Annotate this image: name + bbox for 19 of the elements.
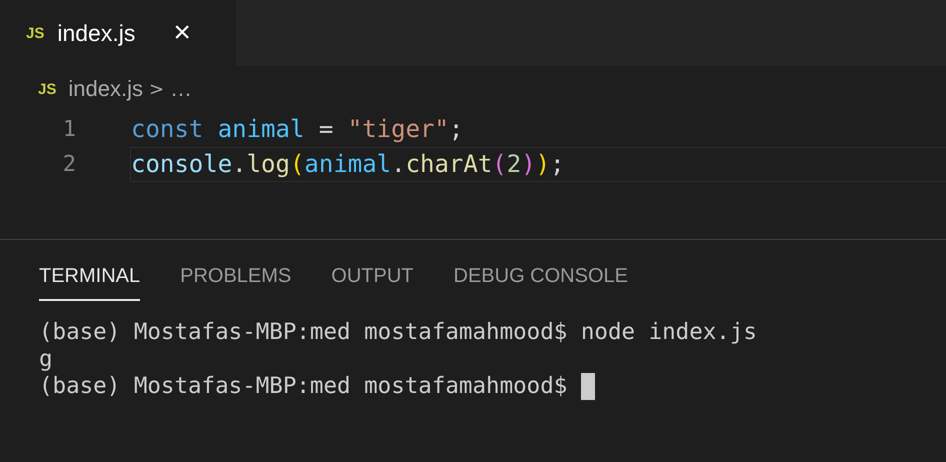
line-number: 2 — [62, 152, 76, 177]
panel-tab[interactable]: DEBUG CONSOLE — [454, 260, 628, 301]
code-line: console.log(animal.charAt(2)); — [130, 147, 946, 182]
breadcrumb-item[interactable]: … — [170, 76, 192, 102]
panel-tab[interactable]: PROBLEMS — [180, 260, 292, 301]
code-line: const animal = "tiger"; — [130, 114, 464, 145]
terminal-line: (base) Mostafas-MBP:med mostafamahmood$ node index.js — [39, 319, 757, 346]
line-number: 1 — [62, 117, 76, 142]
editor-tab[interactable]: JS index.js × — [0, 0, 236, 66]
chevron-icon: > — [148, 78, 164, 100]
terminal-line: (base) Mostafas-MBP:med mostafamahmood$ — [39, 373, 568, 400]
terminal-line: g — [39, 346, 53, 373]
js-file-icon: JS — [38, 80, 56, 98]
panel-tab[interactable]: OUTPUT — [331, 260, 414, 301]
js-file-icon: JS — [26, 24, 44, 42]
panel-tab[interactable]: TERMINAL — [39, 260, 140, 301]
close-icon[interactable]: × — [173, 18, 191, 48]
tab-label: index.js — [57, 20, 136, 46]
breadcrumb-item[interactable]: index.js — [68, 76, 143, 102]
